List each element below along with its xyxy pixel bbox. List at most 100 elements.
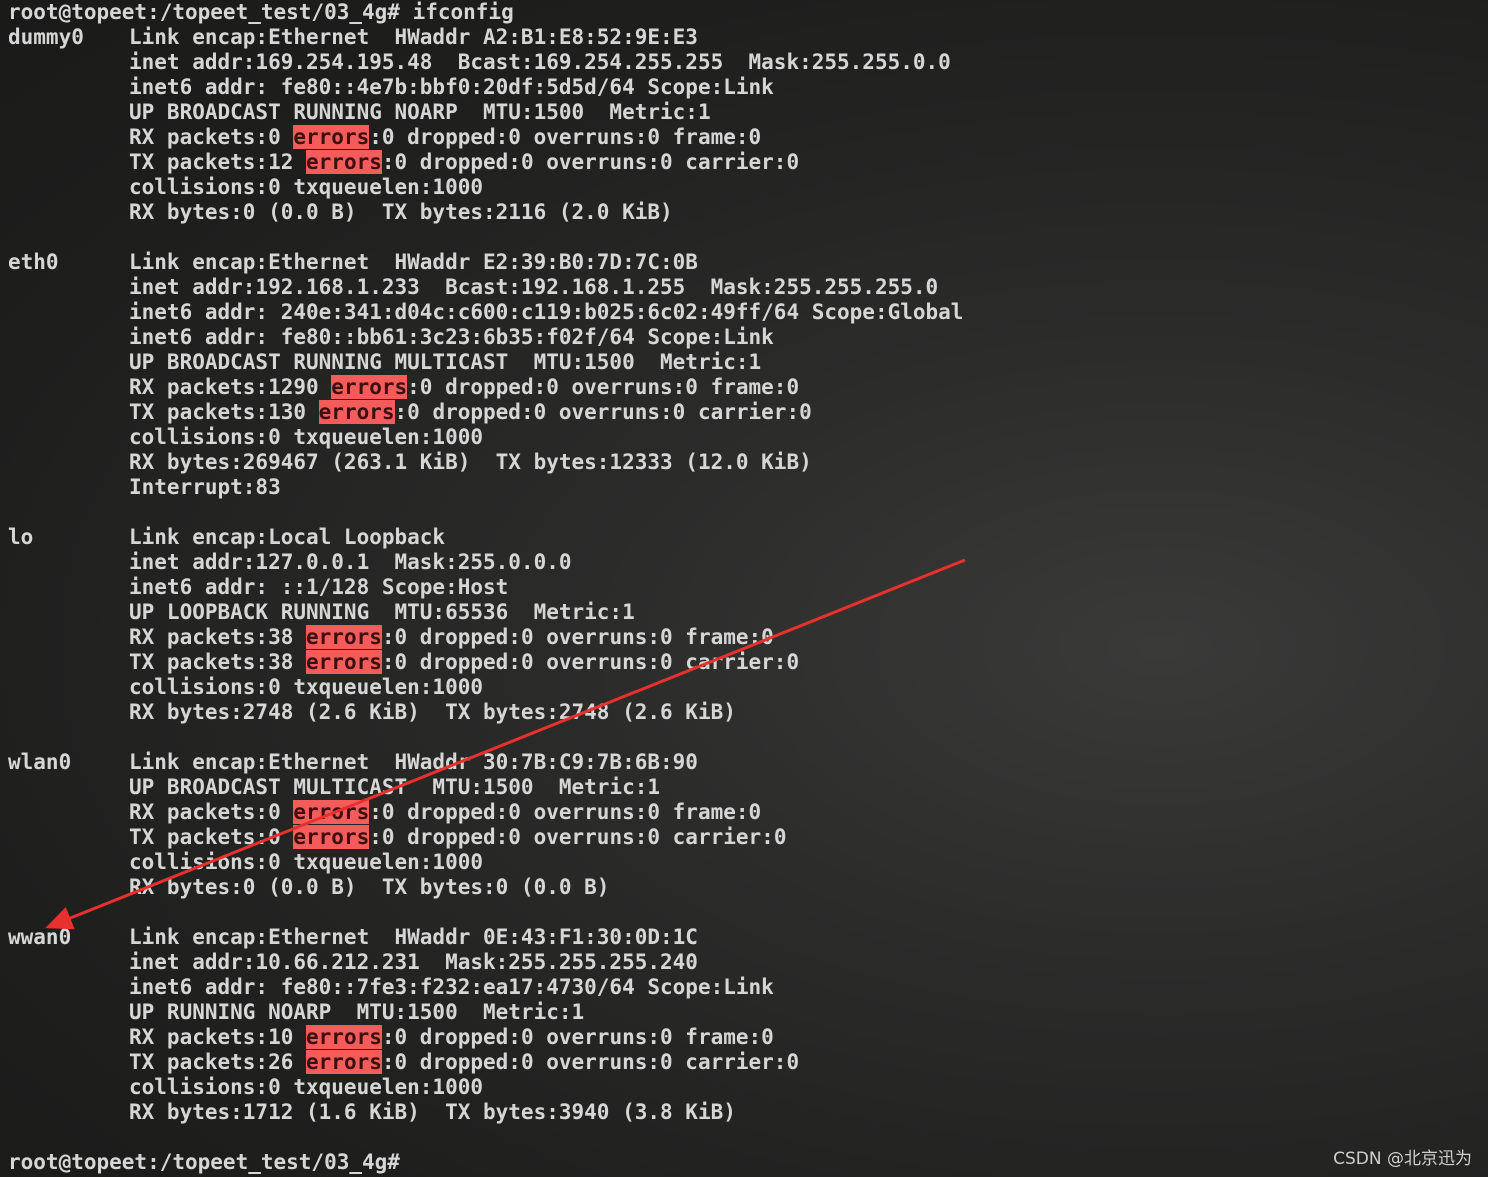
line-text: collisions:0 txqueuelen:1000 <box>129 1075 484 1099</box>
line-text: TX packets:26 errors:0 dropped:0 overrun… <box>129 1050 800 1074</box>
line-text: TX packets:38 errors:0 dropped:0 overrun… <box>129 650 800 674</box>
line-text: inet6 addr: fe80::bb61:3c23:6b35:f02f/64… <box>129 325 774 349</box>
output-line: wlan0 Link encap:Ethernet HWaddr 30:7B:C9… <box>8 750 1488 775</box>
output-line: TX packets:38 errors:0 dropped:0 overrun… <box>8 650 1488 675</box>
line-text: Interrupt:83 <box>129 475 281 499</box>
output-line: Interrupt:83 <box>8 475 1488 500</box>
search-highlight: errors <box>306 150 382 174</box>
line-text: inet6 addr: fe80::7fe3:f232:ea17:4730/64… <box>129 975 774 999</box>
line-text: RX bytes:2748 (2.6 KiB) TX bytes:2748 (2… <box>129 700 736 724</box>
output-line: inet6 addr: ::1/128 Scope:Host <box>8 575 1488 600</box>
line-text: collisions:0 txqueuelen:1000 <box>129 425 484 449</box>
interface-name: lo <box>8 525 34 549</box>
line-text: collisions:0 txqueuelen:1000 <box>129 175 484 199</box>
output-line: RX bytes:2748 (2.6 KiB) TX bytes:2748 (2… <box>8 700 1488 725</box>
search-highlight: errors <box>306 650 382 674</box>
search-highlight: errors <box>293 125 370 149</box>
terminal-output[interactable]: root@topeet:/topeet_test/03_4g# ifconfig… <box>8 0 1488 1177</box>
output-line: inet6 addr: fe80::4e7b:bbf0:20df:5d5d/64… <box>8 75 1488 100</box>
search-highlight: errors <box>318 400 395 424</box>
line-text: collisions:0 txqueuelen:1000 <box>129 675 484 699</box>
line-text: RX bytes:1712 (1.6 KiB) TX bytes:3940 (3… <box>129 1100 736 1124</box>
output-line: lo Link encap:Local Loopback <box>8 525 1488 550</box>
output-line: inet addr:192.168.1.233 Bcast:192.168.1.… <box>8 275 1488 300</box>
line-text: Link encap:Ethernet HWaddr E2:39:B0:7D:7… <box>129 250 698 274</box>
search-highlight: errors <box>306 625 382 649</box>
search-highlight: errors <box>306 1050 382 1074</box>
output-line: inet6 addr: fe80::7fe3:f232:ea17:4730/64… <box>8 975 1488 1000</box>
search-highlight: errors <box>293 800 370 824</box>
line-text: Link encap:Ethernet HWaddr 30:7B:C9:7B:6… <box>129 750 698 774</box>
line-text: Link encap:Ethernet HWaddr A2:B1:E8:52:9… <box>129 25 698 49</box>
line-text: RX packets:1290 errors:0 dropped:0 overr… <box>129 375 800 399</box>
interface-name: wlan0 <box>8 750 72 774</box>
prompt: root@topeet:/topeet_test/03_4g# <box>8 1150 400 1174</box>
line-text: TX packets:130 errors:0 dropped:0 overru… <box>129 400 812 424</box>
iface-block-wwan0: wwan0 Link encap:Ethernet HWaddr 0E:43:F1… <box>8 925 1488 1125</box>
line-text: UP RUNNING NOARP MTU:1500 Metric:1 <box>129 1000 585 1024</box>
line-text: inet6 addr: fe80::4e7b:bbf0:20df:5d5d/64… <box>129 75 774 99</box>
output-line: RX packets:1290 errors:0 dropped:0 overr… <box>8 375 1488 400</box>
output-line: inet6 addr: 240e:341:d04c:c600:c119:b025… <box>8 300 1488 325</box>
iface-block-eth0: eth0 Link encap:Ethernet HWaddr E2:39:B0:… <box>8 250 1488 500</box>
output-line: collisions:0 txqueuelen:1000 <box>8 850 1488 875</box>
output-line: inet addr:10.66.212.231 Mask:255.255.255… <box>8 950 1488 975</box>
line-text: inet6 addr: ::1/128 Scope:Host <box>129 575 509 599</box>
line-text: RX packets:0 errors:0 dropped:0 overruns… <box>129 800 762 824</box>
output-line: inet addr:127.0.0.1 Mask:255.0.0.0 <box>8 550 1488 575</box>
line-text: RX packets:38 errors:0 dropped:0 overrun… <box>129 625 774 649</box>
output-line: TX packets:12 errors:0 dropped:0 overrun… <box>8 150 1488 175</box>
output-line: RX packets:10 errors:0 dropped:0 overrun… <box>8 1025 1488 1050</box>
line-text: collisions:0 txqueuelen:1000 <box>129 850 484 874</box>
output-line: RX packets:0 errors:0 dropped:0 overruns… <box>8 125 1488 150</box>
line-text: inet addr:169.254.195.48 Bcast:169.254.2… <box>129 50 951 74</box>
interface-name: wwan0 <box>8 925 72 949</box>
line-text: UP BROADCAST RUNNING MULTICAST MTU:1500 … <box>129 350 762 374</box>
output-line: wwan0 Link encap:Ethernet HWaddr 0E:43:F1… <box>8 925 1488 950</box>
output-line: RX bytes:1712 (1.6 KiB) TX bytes:3940 (3… <box>8 1100 1488 1125</box>
prompt-line-end[interactable]: root@topeet:/topeet_test/03_4g# <box>8 1150 1488 1175</box>
output-line: RX packets:38 errors:0 dropped:0 overrun… <box>8 625 1488 650</box>
output-line: inet6 addr: fe80::bb61:3c23:6b35:f02f/64… <box>8 325 1488 350</box>
output-line: UP BROADCAST RUNNING MULTICAST MTU:1500 … <box>8 350 1488 375</box>
line-text: Link encap:Ethernet HWaddr 0E:43:F1:30:0… <box>129 925 698 949</box>
line-text: RX bytes:0 (0.0 B) TX bytes:2116 (2.0 Ki… <box>129 200 673 224</box>
interface-name: eth0 <box>8 250 59 274</box>
output-line: eth0 Link encap:Ethernet HWaddr E2:39:B0:… <box>8 250 1488 275</box>
output-line: collisions:0 txqueuelen:1000 <box>8 675 1488 700</box>
output-line: dummy0 Link encap:Ethernet HWaddr A2:B1:E… <box>8 25 1488 50</box>
interface-name: dummy0 <box>8 25 84 49</box>
output-line: RX packets:0 errors:0 dropped:0 overruns… <box>8 800 1488 825</box>
line-text: TX packets:12 errors:0 dropped:0 overrun… <box>129 150 800 174</box>
output-line: collisions:0 txqueuelen:1000 <box>8 1075 1488 1100</box>
line-text: TX packets:0 errors:0 dropped:0 overruns… <box>129 825 787 849</box>
line-text: RX packets:10 errors:0 dropped:0 overrun… <box>129 1025 774 1049</box>
line-text: Link encap:Local Loopback <box>129 525 446 549</box>
output-line: TX packets:26 errors:0 dropped:0 overrun… <box>8 1050 1488 1075</box>
line-text: UP BROADCAST RUNNING NOARP MTU:1500 Metr… <box>129 100 711 124</box>
output-line: UP LOOPBACK RUNNING MTU:65536 Metric:1 <box>8 600 1488 625</box>
iface-block-wlan0: wlan0 Link encap:Ethernet HWaddr 30:7B:C9… <box>8 750 1488 900</box>
prompt-command: root@topeet:/topeet_test/03_4g# ifconfig <box>8 0 514 24</box>
search-highlight: errors <box>331 375 408 399</box>
line-text: UP LOOPBACK RUNNING MTU:65536 Metric:1 <box>129 600 635 624</box>
output-line: RX bytes:269467 (263.1 KiB) TX bytes:123… <box>8 450 1488 475</box>
output-line: RX bytes:0 (0.0 B) TX bytes:0 (0.0 B) <box>8 875 1488 900</box>
output-line: UP RUNNING NOARP MTU:1500 Metric:1 <box>8 1000 1488 1025</box>
ifconfig-output: dummy0 Link encap:Ethernet HWaddr A2:B1:E… <box>8 25 1488 1125</box>
line-text: inet addr:127.0.0.1 Mask:255.0.0.0 <box>129 550 572 574</box>
output-line: collisions:0 txqueuelen:1000 <box>8 425 1488 450</box>
line-text: RX bytes:269467 (263.1 KiB) TX bytes:123… <box>129 450 812 474</box>
line-text: inet addr:192.168.1.233 Bcast:192.168.1.… <box>129 275 939 299</box>
line-text: UP BROADCAST MULTICAST MTU:1500 Metric:1 <box>129 775 661 799</box>
output-line: TX packets:130 errors:0 dropped:0 overru… <box>8 400 1488 425</box>
watermark: CSDN @北京迅为 <box>1333 1149 1472 1169</box>
output-line: UP BROADCAST RUNNING NOARP MTU:1500 Metr… <box>8 100 1488 125</box>
output-line: RX bytes:0 (0.0 B) TX bytes:2116 (2.0 Ki… <box>8 200 1488 225</box>
search-highlight: errors <box>306 1025 382 1049</box>
